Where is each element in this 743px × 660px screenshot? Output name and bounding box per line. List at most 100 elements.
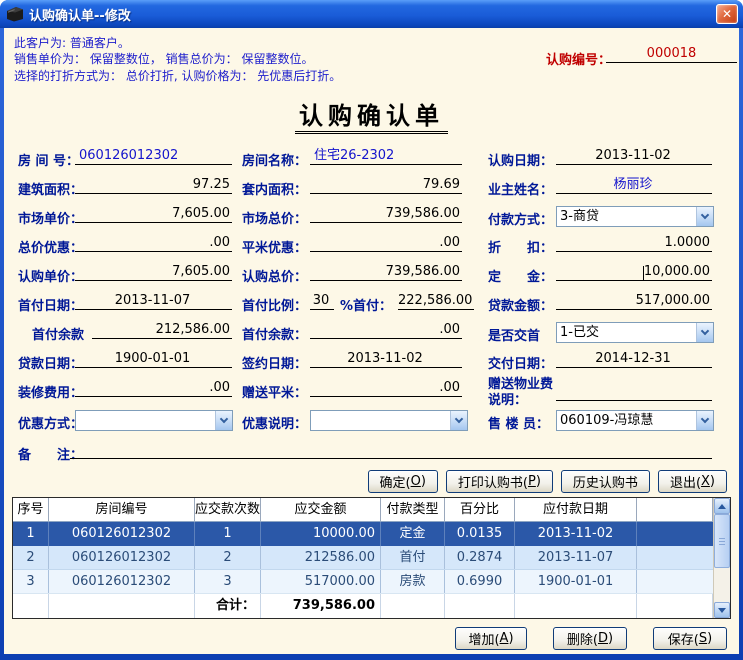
payment-method-label: 付款方式：: [488, 209, 553, 228]
table-cell: 212586.00: [261, 546, 381, 569]
market-total-price-field[interactable]: 739,586.00: [310, 206, 462, 223]
column-header[interactable]: 序号: [13, 498, 49, 521]
table-scrollbar[interactable]: [713, 498, 730, 618]
table-cell: 定金: [381, 522, 445, 546]
purchase-unit-price-field[interactable]: 7,605.00: [75, 264, 232, 281]
first-pay-amount-field[interactable]: 222,586.00: [398, 293, 474, 310]
table-row[interactable]: 2 060126012302 2 212586.00 首付 0.2874 201…: [13, 546, 713, 570]
total-discount-field[interactable]: .00: [75, 235, 232, 252]
discount-rate-label: 折 扣：: [488, 237, 553, 256]
print-confirmation-button[interactable]: 打印认购书(P): [446, 470, 553, 493]
room-name-field[interactable]: 住宅26-2302: [310, 148, 462, 165]
decoration-fee-field[interactable]: .00: [75, 380, 232, 397]
history-confirmation-button[interactable]: 历史认购书: [561, 470, 650, 493]
delete-button[interactable]: 删除(D): [553, 627, 627, 650]
window-title: 认购确认单--修改: [29, 5, 131, 24]
table-cell: 2013-11-02: [515, 522, 637, 546]
table-row[interactable]: 3 060126012302 3 517000.00 房款 0.6990 190…: [13, 570, 713, 594]
exit-button[interactable]: 退出(X): [658, 470, 727, 493]
scroll-thumb[interactable]: [714, 514, 730, 568]
owner-name-field[interactable]: 杨丽珍: [556, 177, 712, 194]
room-no-field[interactable]: 060126012302: [75, 148, 232, 165]
discount-desc-label: 优惠说明：: [242, 413, 307, 432]
scroll-down-button[interactable]: [714, 602, 730, 618]
dropdown-arrow-icon[interactable]: [696, 207, 713, 226]
discount-mode-select[interactable]: [75, 410, 233, 431]
column-header[interactable]: 付款类型: [381, 498, 445, 521]
first-paid-label: 是否交首: [488, 325, 540, 344]
save-button[interactable]: 保存(S): [653, 627, 727, 650]
table-cell: 2: [13, 546, 49, 569]
dropdown-arrow-icon[interactable]: [696, 323, 713, 342]
table-cell: 2: [195, 546, 261, 569]
delivery-date-label: 交付日期：: [488, 353, 553, 372]
first-pay-balance-left-field[interactable]: 212,586.00: [92, 322, 232, 339]
add-button[interactable]: 增加(A): [455, 627, 527, 650]
table-cell: 517000.00: [261, 570, 381, 593]
loan-amount-field[interactable]: 517,000.00: [556, 293, 712, 310]
market-unit-price-field[interactable]: 7,605.00: [75, 206, 232, 223]
sign-date-field[interactable]: 2013-11-02: [310, 351, 462, 368]
market-unit-price-label: 市场单价：: [18, 208, 83, 227]
dropdown-arrow-icon[interactable]: [450, 411, 467, 430]
scroll-up-button[interactable]: [714, 498, 730, 514]
deposit-field[interactable]: 10,000.00: [556, 264, 712, 281]
discount-desc-select[interactable]: [310, 410, 468, 431]
arrow-down-icon: [718, 608, 726, 613]
discount-mode-label: 优惠方式：: [18, 413, 83, 432]
confirm-button[interactable]: 确定(O): [368, 470, 438, 493]
table-cell: 0.0135: [445, 522, 515, 546]
inner-area-field[interactable]: 79.69: [310, 177, 462, 194]
sqm-discount-field[interactable]: .00: [310, 235, 462, 252]
dropdown-arrow-icon[interactable]: [696, 411, 713, 430]
table-cell: 3: [195, 570, 261, 593]
delivery-date-field[interactable]: 2014-12-31: [556, 351, 712, 368]
first-pay-ratio-field[interactable]: 30: [310, 293, 334, 310]
total-label: 合计：: [195, 594, 261, 618]
total-discount-label: 总价优惠：: [18, 237, 83, 256]
close-button[interactable]: ✕: [716, 4, 738, 24]
gift-sqm-field[interactable]: .00: [310, 380, 462, 397]
arrow-up-icon: [718, 504, 726, 509]
first-pay-balance-mid-field[interactable]: .00: [310, 322, 462, 339]
column-header[interactable]: 应交金额: [261, 498, 381, 521]
order-no-value: 000018: [606, 46, 737, 63]
notice-discount-mode: 选择的打折方式为： 总价打折, 认购价格为： 先优惠后打折。: [14, 67, 341, 84]
sqm-discount-label: 平米优惠：: [242, 237, 307, 256]
table-cell: 060126012302: [49, 522, 195, 546]
salesperson-select[interactable]: 060109-冯琼慧: [556, 410, 714, 431]
dropdown-arrow-icon[interactable]: [215, 411, 232, 430]
column-header[interactable]: 应付款日期: [515, 498, 637, 521]
remark-field[interactable]: [70, 442, 712, 459]
purchase-date-field[interactable]: 2013-11-02: [556, 148, 712, 165]
text-cursor: [643, 266, 644, 280]
table-cell: 060126012302: [49, 570, 195, 593]
deposit-label: 定 金：: [488, 266, 553, 285]
loan-date-label: 贷款日期：: [18, 353, 83, 372]
loan-amount-label: 贷款金额：: [488, 295, 553, 314]
first-paid-select[interactable]: 1-已交: [556, 322, 714, 343]
table-row[interactable]: 1 060126012302 1 10000.00 定金 0.0135 2013…: [13, 522, 713, 546]
column-header[interactable]: 应交款次数: [195, 498, 261, 521]
owner-name-label: 业主姓名：: [488, 179, 553, 198]
total-value: 739,586.00: [261, 594, 381, 618]
column-header[interactable]: 百分比: [445, 498, 515, 521]
room-name-label: 房间名称：: [242, 150, 307, 169]
column-header[interactable]: 房间编号: [49, 498, 195, 521]
build-area-field[interactable]: 97.25: [75, 177, 232, 194]
titlebar[interactable]: 认购确认单--修改 ✕: [0, 0, 743, 28]
scroll-track[interactable]: [714, 568, 730, 602]
sign-date-label: 签约日期：: [242, 353, 307, 372]
purchase-date-label: 认购日期：: [488, 150, 553, 169]
client-area: 此客户为: 普通客户。 销售单价为： 保留整数位， 销售总价为： 保留整数位。 …: [4, 28, 739, 654]
first-pay-date-field[interactable]: 2013-11-07: [75, 293, 232, 310]
gift-property-fee-field[interactable]: [556, 384, 712, 401]
payment-method-select[interactable]: 3-商贷: [556, 206, 714, 227]
first-pay-amount-label: %首付：: [340, 295, 392, 314]
gift-sqm-label: 赠送平米：: [242, 382, 307, 401]
table-cell: 首付: [381, 546, 445, 569]
discount-rate-field[interactable]: 1.0000: [556, 235, 712, 252]
purchase-total-price-field[interactable]: 739,586.00: [310, 264, 462, 281]
loan-date-field[interactable]: 1900-01-01: [75, 351, 232, 368]
table-total-row: 合计： 739,586.00: [13, 594, 713, 618]
